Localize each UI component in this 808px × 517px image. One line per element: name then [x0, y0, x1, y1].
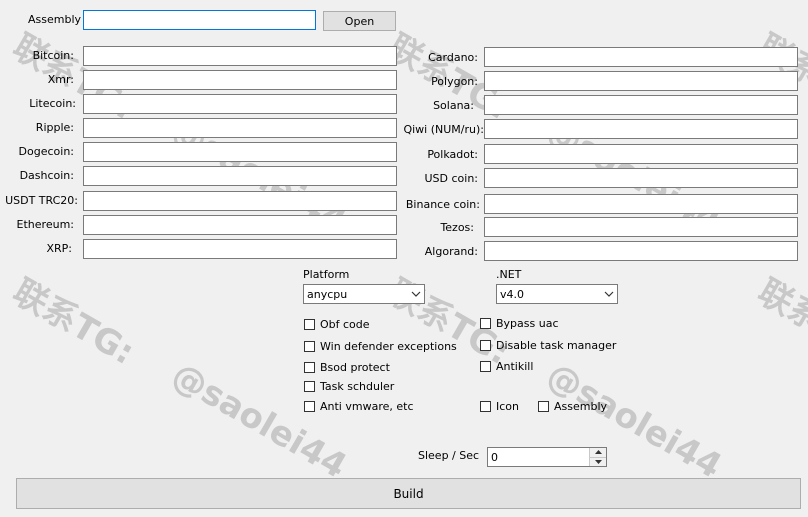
checkbox-box[interactable]: [480, 400, 491, 412]
open-button[interactable]: Open: [323, 11, 396, 31]
anti-vmware-checkbox[interactable]: Anti vmware, etc: [304, 398, 414, 414]
assembly-path-input[interactable]: [83, 10, 316, 30]
usdt-trc20-address-input[interactable]: [83, 191, 397, 211]
chevron-down-icon[interactable]: [408, 285, 424, 303]
litecoin-address-input[interactable]: [83, 94, 397, 114]
bitcoin-address-input[interactable]: [83, 46, 397, 66]
dotnet-version-select[interactable]: v4.0: [496, 284, 618, 304]
wallet-label: Dashcoin:: [19, 169, 74, 182]
wallet-label: Polygon:: [431, 75, 478, 88]
wallet-label: Tezos:: [440, 221, 474, 234]
chevron-up-icon[interactable]: [590, 448, 606, 458]
build-button[interactable]: Build: [16, 478, 801, 509]
watermark: 联系TG:: [6, 271, 141, 373]
checkbox-label: Antikill: [496, 359, 534, 373]
platform-label: Platform: [303, 268, 350, 281]
wallet-label: Xmr:: [47, 73, 74, 86]
wallet-label: XRP:: [46, 242, 72, 255]
wallet-label: USDT TRC20:: [5, 194, 78, 207]
task-scheduler-checkbox[interactable]: Task schduler: [304, 378, 394, 394]
dotnet-selected-value: v4.0: [500, 287, 525, 301]
checkbox-label: Bsod protect: [320, 360, 390, 374]
wallet-label: Solana:: [433, 99, 474, 112]
dotnet-label: .NET: [496, 268, 522, 281]
checkbox-box[interactable]: [304, 400, 315, 412]
obf-code-checkbox[interactable]: Obf code: [304, 316, 370, 332]
checkbox-label: Bypass uac: [496, 316, 559, 330]
wallet-label: Qiwi (NUM/ru):: [403, 123, 484, 136]
algorand-address-input[interactable]: [484, 241, 798, 261]
wallet-label: Cardano:: [428, 51, 478, 64]
bsod-protect-checkbox[interactable]: Bsod protect: [304, 359, 390, 375]
ripple-address-input[interactable]: [83, 118, 397, 138]
checkbox-box[interactable]: [480, 360, 491, 372]
polygon-address-input[interactable]: [484, 71, 798, 91]
checkbox-box[interactable]: [538, 400, 549, 412]
wallet-label: Polkadot:: [427, 148, 478, 161]
assembly-checkbox[interactable]: Assembly: [538, 398, 607, 414]
checkbox-box[interactable]: [304, 318, 315, 330]
checkbox-label: Assembly: [554, 399, 608, 413]
wallet-label: USD coin:: [424, 172, 478, 185]
wallet-label: Litecoin:: [29, 97, 76, 110]
xmr-address-input[interactable]: [83, 70, 397, 90]
wallet-label: Ethereum:: [16, 218, 74, 231]
checkbox-label: Icon: [496, 399, 519, 413]
qiwi-number-input[interactable]: [484, 119, 798, 139]
icon-checkbox[interactable]: Icon: [480, 398, 519, 414]
win-defender-exceptions-checkbox[interactable]: Win defender exceptions: [304, 338, 457, 354]
bypass-uac-checkbox[interactable]: Bypass uac: [480, 315, 559, 331]
checkbox-label: Anti vmware, etc: [320, 399, 414, 413]
chevron-down-icon[interactable]: [601, 285, 617, 303]
wallet-label: Bitcoin:: [32, 49, 74, 62]
disable-task-manager-checkbox[interactable]: Disable task manager: [480, 337, 616, 353]
wallet-label: Ripple:: [35, 121, 74, 134]
checkbox-box[interactable]: [480, 317, 491, 329]
dogecoin-address-input[interactable]: [83, 142, 397, 162]
sleep-label: Sleep / Sec: [418, 449, 480, 462]
checkbox-label: Obf code: [320, 317, 370, 331]
ethereum-address-input[interactable]: [83, 215, 397, 235]
assembly-label: Assembly: [28, 13, 82, 26]
checkbox-label: Task schduler: [320, 379, 395, 393]
usd-coin-address-input[interactable]: [484, 168, 798, 188]
checkbox-box[interactable]: [304, 361, 315, 373]
platform-selected-value: anycpu: [307, 287, 348, 301]
tezos-address-input[interactable]: [484, 217, 798, 237]
checkbox-label: Win defender exceptions: [320, 339, 457, 353]
cardano-address-input[interactable]: [484, 47, 798, 67]
antikill-checkbox[interactable]: Antikill: [480, 358, 533, 374]
checkbox-label: Disable task manager: [496, 338, 617, 352]
checkbox-box[interactable]: [304, 340, 315, 352]
wallet-label: Binance coin:: [405, 198, 480, 211]
chevron-down-icon[interactable]: [590, 457, 606, 466]
dashcoin-address-input[interactable]: [83, 166, 397, 186]
checkbox-box[interactable]: [480, 339, 491, 351]
wallet-label: Algorand:: [424, 245, 478, 258]
checkbox-box[interactable]: [304, 380, 315, 392]
wallet-label: Dogecoin:: [18, 145, 74, 158]
solana-address-input[interactable]: [484, 95, 798, 115]
binance-coin-address-input[interactable]: [484, 194, 798, 214]
watermark: 联系TG:: [751, 271, 808, 373]
platform-select[interactable]: anycpu: [303, 284, 425, 304]
xrp-address-input[interactable]: [83, 239, 397, 259]
sleep-seconds-stepper[interactable]: 0: [487, 447, 607, 467]
sleep-seconds-value[interactable]: 0: [488, 451, 589, 464]
polkadot-address-input[interactable]: [484, 144, 798, 164]
